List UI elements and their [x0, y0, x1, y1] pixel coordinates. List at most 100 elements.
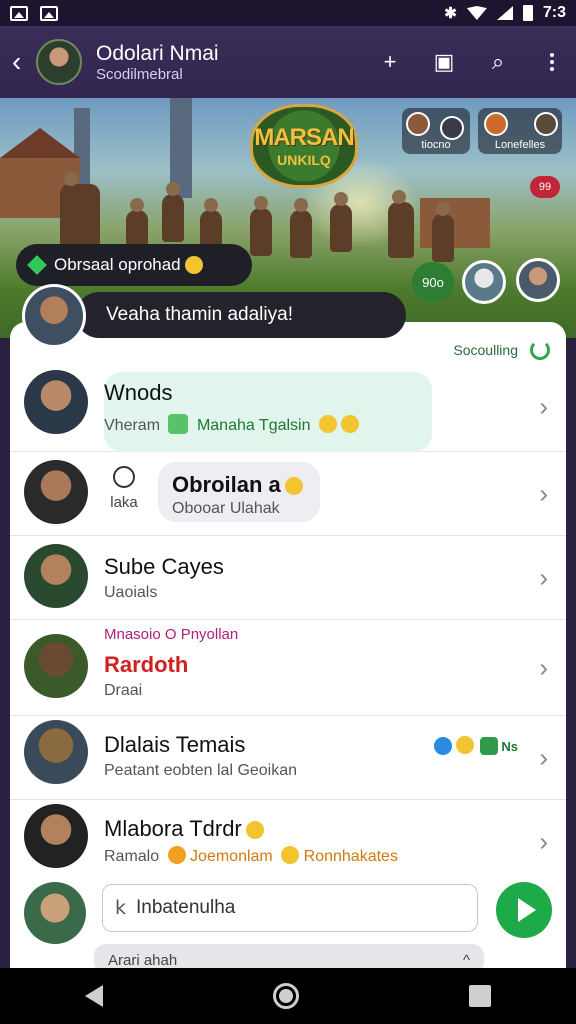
sort-control[interactable]: Socoulling [453, 340, 550, 360]
emoji-icon [281, 846, 300, 864]
avatar [24, 370, 88, 434]
smile-emoji-icon [284, 477, 303, 495]
house-roof [0, 128, 80, 158]
group-label: Mnasoio O Pnyollan [104, 626, 239, 643]
count-pill: 90o [412, 262, 454, 302]
sticker-icon [168, 414, 189, 434]
avatar [440, 116, 464, 140]
avatar [22, 284, 86, 348]
image-icon [10, 5, 28, 21]
warrior-figure [162, 182, 184, 242]
warrior-figure [388, 190, 414, 258]
chevron-right-icon: › [539, 652, 548, 682]
sort-label: Socoulling [453, 342, 518, 358]
recents-icon[interactable] [469, 985, 491, 1007]
chat-name: Obroilan a [172, 472, 281, 497]
chat-preview: Uaoials [104, 584, 158, 601]
quick-bar[interactable]: Arari ahah ^ [94, 944, 484, 968]
bluetooth-icon: ✱ [444, 5, 457, 22]
count-badge: 99 [530, 176, 560, 198]
smile-emoji-icon [245, 821, 264, 839]
chip-label: tiocno [421, 139, 451, 151]
avatar[interactable] [516, 258, 560, 302]
chip-label: Lonefelles [494, 139, 546, 151]
app-header: ‹ Odolari Nmai Scodilmebral + ▣ ⌕ [0, 26, 576, 98]
chat-name: Dlalais Temais [104, 732, 246, 757]
floating-message-text: Veaha thamin adaliya! [76, 292, 406, 338]
send-button[interactable] [496, 882, 552, 938]
page-title: Odolari Nmai [96, 41, 219, 65]
warrior-figure [330, 192, 352, 252]
input-placeholder: Inbatenulha [136, 897, 236, 918]
chat-preview: Vheram [104, 417, 161, 434]
chat-preview-highlight: Manaha Tgalsin [196, 417, 311, 434]
avatar [484, 112, 508, 136]
chevron-right-icon: › [539, 562, 548, 592]
avatar [24, 634, 88, 698]
list-item[interactable]: Mnasoio O Pnyollan Rardoth Draai › [10, 620, 566, 716]
chat-preview-highlight: Ronnhakates [303, 848, 398, 865]
smile-emoji-icon [184, 256, 203, 274]
avatar [406, 112, 430, 136]
chat-name: Sube Cayes [104, 554, 224, 579]
avatar [534, 112, 558, 136]
system-nav-bar [0, 968, 576, 1024]
smile-emoji-icon [340, 415, 359, 433]
smile-emoji-icon [318, 415, 337, 433]
list-item[interactable]: Wnods Vheram Manaha Tgalsin › [10, 362, 566, 452]
battery-icon [522, 5, 533, 21]
back-icon[interactable] [85, 985, 103, 1007]
chevron-right-icon: › [539, 391, 548, 421]
avatar [24, 804, 88, 868]
wifi-icon [466, 6, 487, 20]
home-icon[interactable] [273, 983, 299, 1009]
emoji-icon [167, 846, 186, 864]
chat-name: Wnods [104, 380, 173, 405]
chat-preview-highlight: Joemonlam [190, 848, 273, 865]
avatar [24, 720, 88, 784]
chat-name: Mlabora Tdrdr [104, 816, 242, 841]
house [420, 198, 490, 248]
chevron-right-icon: › [539, 742, 548, 772]
text-cursor-icon: 𝗄 [115, 897, 127, 919]
add-icon[interactable]: + [378, 49, 402, 75]
list-item[interactable]: Sube Cayes Uaoials › [10, 536, 566, 620]
avatar[interactable] [462, 260, 506, 304]
warrior-figure [432, 202, 454, 262]
logo-text: MARSAN [254, 124, 354, 151]
status-label: laka [110, 494, 138, 511]
badge-icon [479, 737, 498, 755]
chat-name: Rardoth [104, 652, 189, 677]
warrior-figure [250, 196, 272, 256]
avatar [24, 544, 88, 608]
refresh-icon [530, 340, 550, 360]
status-bar: ✱ 7:3 [0, 0, 576, 26]
signal-icon [496, 6, 513, 20]
avatar[interactable] [24, 882, 86, 944]
list-item[interactable]: Mlabora Tdrdr Ramalo Joemonlam Ronnhakat… [10, 800, 566, 884]
chevron-right-icon: › [539, 826, 548, 857]
badges: Ns [433, 736, 518, 755]
message-input[interactable]: 𝗄 Inbatenulha [102, 884, 478, 932]
play-icon [517, 898, 536, 922]
search-icon[interactable]: ⌕ [486, 49, 510, 75]
list-item[interactable]: Dlalais Temais Ns Peatant eobten lal Geo… [10, 716, 566, 800]
more-vert-icon[interactable] [540, 53, 564, 71]
chat-preview: Draai [104, 682, 143, 699]
avatar[interactable] [36, 39, 82, 85]
chat-list: Socoulling Wnods Vheram Manaha Tgalsin ›… [10, 322, 566, 968]
pinned-text: Obrsaal oprohad [54, 255, 181, 274]
list-item[interactable]: laka Obroilan a Obooar Ulahak › [10, 452, 566, 536]
counter-icon [433, 737, 452, 755]
status-box: laka [106, 466, 142, 526]
gem-icon [27, 255, 47, 275]
badge-label: Ns [501, 739, 518, 754]
chevron-left-icon[interactable]: ‹ [12, 46, 32, 78]
chat-icon[interactable]: ▣ [432, 49, 456, 75]
chevron-up-icon[interactable]: ^ [463, 952, 470, 968]
pinned-message[interactable]: Obrsaal oprohad [16, 244, 252, 286]
chevron-right-icon: › [539, 478, 548, 508]
smile-icon [113, 466, 135, 488]
emoji-icon [455, 736, 474, 754]
chat-preview: Ramalo [104, 848, 160, 865]
